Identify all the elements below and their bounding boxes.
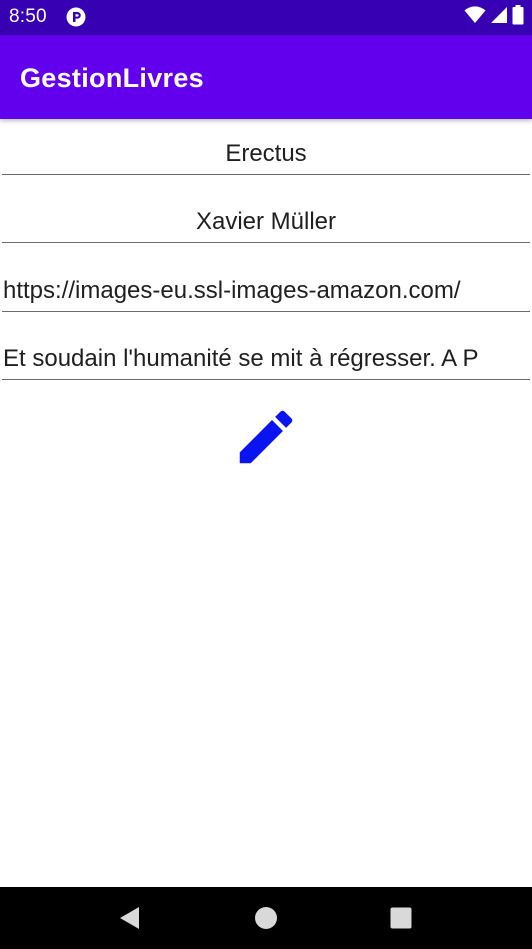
description-field[interactable]: Et soudain l'humanité se mit à régresser…: [2, 323, 530, 380]
image-url-field[interactable]: https://images-eu.ssl-images-amazon.com/: [2, 255, 530, 312]
title-field[interactable]: Erectus: [2, 118, 530, 175]
battery-icon: [512, 4, 524, 30]
app-notification-icon: [66, 7, 86, 27]
author-field[interactable]: Xavier Müller: [2, 186, 530, 243]
signal-icon: [490, 6, 508, 29]
app-title: GestionLivres: [20, 63, 204, 93]
edit-button[interactable]: [228, 401, 304, 477]
title-field-value: Erectus: [225, 140, 307, 167]
navigation-bar: [0, 887, 532, 949]
status-time: 8:50: [9, 6, 47, 27]
home-icon[interactable]: [252, 904, 280, 932]
back-icon[interactable]: [116, 904, 144, 932]
pencil-icon: [231, 402, 301, 477]
app-bar: GestionLivres: [0, 35, 532, 119]
status-bar: 8:50: [0, 0, 532, 35]
status-icons: [464, 4, 524, 30]
recents-icon[interactable]: [387, 904, 415, 932]
image-url-field-value: https://images-eu.ssl-images-amazon.com/: [3, 277, 461, 304]
wifi-icon: [464, 5, 486, 29]
author-field-value: Xavier Müller: [195, 208, 337, 235]
description-field-value: Et soudain l'humanité se mit à régresser…: [3, 345, 479, 372]
